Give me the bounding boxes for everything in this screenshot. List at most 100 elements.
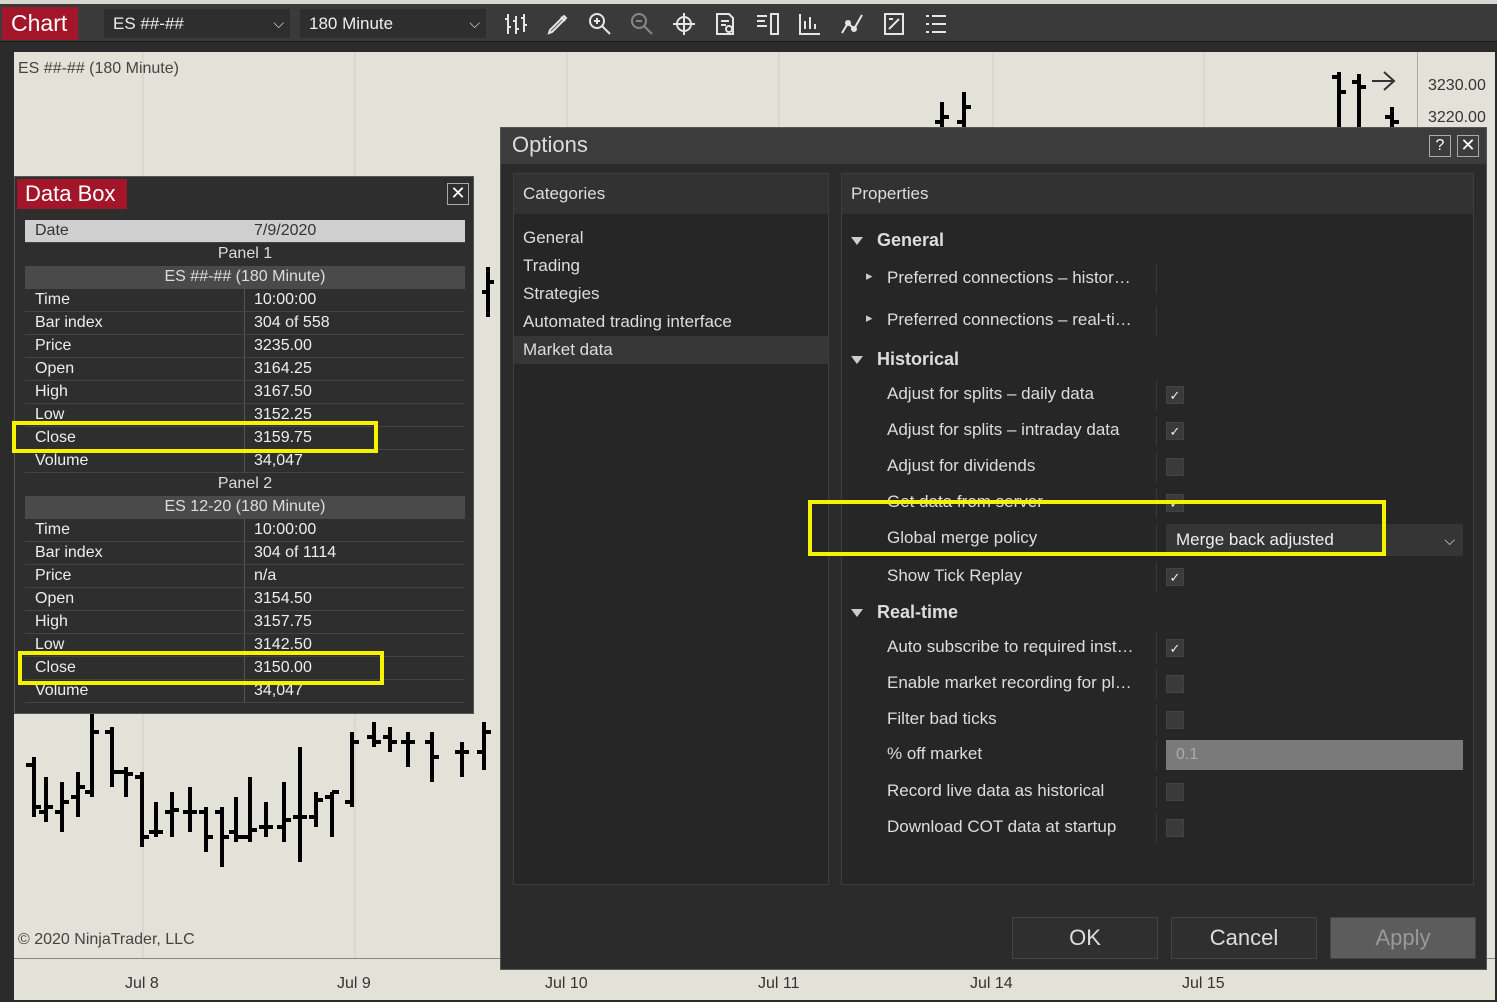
options-title: Options bbox=[512, 132, 588, 157]
property-label: Show Tick Replay bbox=[887, 566, 1023, 585]
table-row: High 3157.75 bbox=[25, 611, 465, 634]
property-filter-bad-ticks: Filter bad ticks bbox=[842, 705, 1473, 735]
property-label: Record live data as historical bbox=[887, 781, 1105, 800]
ok-button[interactable]: OK bbox=[1012, 917, 1158, 959]
chart-series-title: ES ##-## (180 Minute) bbox=[18, 60, 179, 77]
panel-label: Panel 1 bbox=[217, 245, 273, 262]
category-general[interactable]: General bbox=[514, 224, 828, 252]
table-row: Open 3164.25 bbox=[25, 358, 465, 381]
row-value: 3154.50 bbox=[254, 590, 312, 607]
checkbox-checked[interactable]: ✓ bbox=[1166, 568, 1184, 586]
time-label: Jul 15 bbox=[1182, 975, 1225, 992]
data-box-title[interactable]: Data Box bbox=[17, 179, 127, 209]
property-record-live-data: Record live data as historical bbox=[842, 777, 1473, 807]
group-realtime[interactable]: Real-time bbox=[851, 602, 958, 623]
group-label: Real-time bbox=[877, 602, 959, 622]
property-preferred-connections-realtime[interactable]: ▸ Preferred connections – real-ti… bbox=[842, 306, 1473, 336]
copyright-text: © 2020 NinjaTrader, LLC bbox=[18, 931, 195, 948]
property-label: Enable market recording for pl… bbox=[887, 673, 1132, 692]
property-adjust-dividends: Adjust for dividends bbox=[842, 452, 1473, 482]
categories-panel: Categories General Trading Strategies Au… bbox=[513, 173, 829, 885]
row-key: High bbox=[35, 383, 68, 400]
row-key: Price bbox=[35, 337, 72, 354]
checkbox-unchecked[interactable] bbox=[1166, 458, 1184, 476]
crosshair-icon[interactable] bbox=[671, 11, 697, 37]
property-label: Adjust for dividends bbox=[887, 456, 1036, 475]
collapse-triangle-icon bbox=[851, 609, 863, 618]
category-market-data[interactable]: Market data bbox=[514, 336, 828, 364]
category-strategies[interactable]: Strategies bbox=[514, 280, 828, 308]
table-row: Price n/a bbox=[25, 565, 465, 588]
checkbox-unchecked[interactable] bbox=[1166, 711, 1184, 729]
table-row: Bar index 304 of 558 bbox=[25, 312, 465, 335]
group-general[interactable]: General bbox=[851, 230, 944, 251]
chart-tab[interactable]: Chart bbox=[2, 7, 78, 40]
zoom-out-icon[interactable] bbox=[629, 11, 655, 37]
chart-trader-icon[interactable] bbox=[755, 11, 781, 37]
group-historical[interactable]: Historical bbox=[851, 349, 959, 370]
cancel-button[interactable]: Cancel bbox=[1171, 917, 1317, 959]
property-download-cot: Download COT data at startup bbox=[842, 813, 1473, 843]
checkbox-unchecked[interactable] bbox=[1166, 819, 1184, 837]
category-automated-trading-interface[interactable]: Automated trading interface bbox=[514, 308, 828, 336]
row-value: 3157.75 bbox=[254, 613, 312, 630]
interval-selector[interactable]: 180 Minute ⌵ bbox=[300, 9, 486, 38]
collapse-triangle-icon bbox=[851, 356, 863, 365]
row-value: 34,047 bbox=[254, 452, 303, 469]
bars-type-icon[interactable] bbox=[503, 11, 529, 37]
category-trading[interactable]: Trading bbox=[514, 252, 828, 280]
zoom-in-icon[interactable] bbox=[587, 11, 613, 37]
row-value: 304 of 1114 bbox=[254, 544, 337, 561]
apply-button[interactable]: Apply bbox=[1330, 917, 1476, 959]
interval-value: 180 Minute bbox=[309, 14, 394, 33]
drawing-tool-icon[interactable] bbox=[545, 11, 571, 37]
table-row: Time 10:00:00 bbox=[25, 519, 465, 542]
chart-toolbar: Chart ES ##-## ⌵ 180 Minute ⌵ bbox=[0, 4, 1497, 42]
expand-triangle-icon: ▸ bbox=[866, 310, 873, 325]
scroll-right-arrow-icon[interactable] bbox=[1372, 71, 1396, 91]
chevron-down-icon: ⌵ bbox=[469, 15, 480, 31]
table-row: Volume 34,047 bbox=[25, 450, 465, 473]
chevron-down-icon: ⌵ bbox=[273, 15, 284, 31]
row-key: Bar index bbox=[35, 544, 103, 561]
highlight-box bbox=[808, 500, 1386, 556]
templates-icon[interactable] bbox=[923, 11, 949, 37]
date-row: Date 7/9/2020 bbox=[25, 220, 465, 243]
time-label: Jul 9 bbox=[337, 975, 371, 992]
checkbox-unchecked[interactable] bbox=[1166, 783, 1184, 801]
highlight-box bbox=[18, 651, 384, 685]
checkbox-checked[interactable]: ✓ bbox=[1166, 386, 1184, 404]
row-key: Open bbox=[35, 360, 75, 377]
property-label: Adjust for splits – intraday data bbox=[887, 420, 1120, 439]
property-label: Auto subscribe to required inst… bbox=[887, 637, 1134, 656]
series-label: ES 12-20 (180 Minute) bbox=[25, 496, 465, 519]
property-label: Adjust for splits – daily data bbox=[887, 384, 1094, 403]
date-value: 7/9/2020 bbox=[254, 222, 317, 239]
instrument-value: ES ##-## bbox=[113, 14, 184, 33]
row-key: Volume bbox=[35, 452, 89, 469]
instrument-selector[interactable]: ES ##-## ⌵ bbox=[104, 9, 290, 38]
property-label: Preferred connections – real-ti… bbox=[887, 310, 1132, 329]
property-label: % off market bbox=[887, 744, 983, 763]
checkbox-checked[interactable]: ✓ bbox=[1166, 639, 1184, 657]
price-label: 3220.00 bbox=[1428, 109, 1486, 126]
window-left-edge bbox=[0, 42, 14, 1002]
data-box-icon[interactable] bbox=[713, 11, 739, 37]
row-key: High bbox=[35, 613, 68, 630]
property-preferred-connections-historical[interactable]: ▸ Preferred connections – histor… bbox=[842, 264, 1473, 294]
close-icon[interactable]: ✕ bbox=[1457, 135, 1479, 157]
table-row: Bar index 304 of 1114 bbox=[25, 542, 465, 565]
strategies-icon[interactable] bbox=[839, 11, 865, 37]
options-titlebar[interactable]: Options ? ✕ bbox=[501, 128, 1486, 164]
checkbox-checked[interactable]: ✓ bbox=[1166, 422, 1184, 440]
property-enable-market-recording: Enable market recording for pl… bbox=[842, 669, 1473, 699]
properties-icon[interactable] bbox=[881, 11, 907, 37]
close-icon[interactable]: ✕ bbox=[447, 183, 469, 205]
checkbox-unchecked[interactable] bbox=[1166, 675, 1184, 693]
off-market-input[interactable]: 0.1 bbox=[1166, 740, 1463, 770]
row-value: 10:00:00 bbox=[254, 291, 317, 308]
row-value: 10:00:00 bbox=[254, 521, 317, 538]
indicators-icon[interactable] bbox=[797, 11, 823, 37]
help-button[interactable]: ? bbox=[1429, 135, 1451, 157]
time-label: Jul 14 bbox=[970, 975, 1013, 992]
